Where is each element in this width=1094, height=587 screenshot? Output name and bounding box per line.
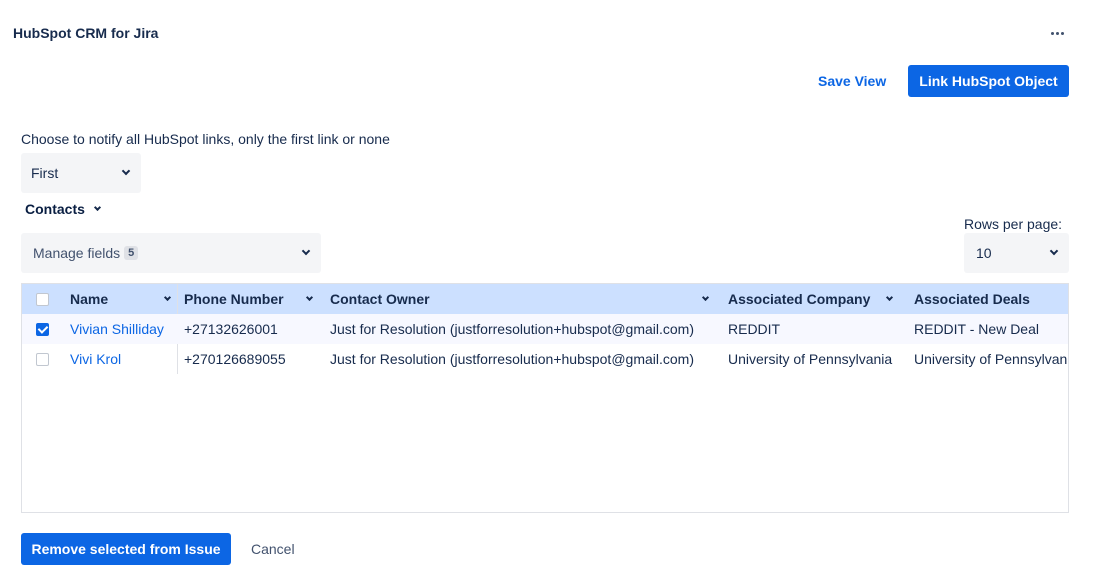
deals-cell: REDDIT - New Deal [914,321,1039,337]
column-header-company[interactable]: Associated Company [728,284,894,314]
link-hubspot-object-button[interactable]: Link HubSpot Object [908,65,1069,97]
chevron-down-icon [305,293,314,301]
chevron-down-icon [93,203,101,211]
contact-name-link[interactable]: Vivian Shilliday [70,314,174,344]
notify-select[interactable]: First [21,153,141,193]
cancel-button[interactable]: Cancel [251,541,295,557]
column-header-name[interactable]: Name [70,284,172,314]
table-header: Name Phone Number Contact Owner Associat… [22,284,1068,314]
chevron-down-icon [301,246,311,256]
column-header-owner[interactable]: Contact Owner [330,284,710,314]
rows-per-page-label: Rows per page: [964,216,1063,232]
column-header-phone[interactable]: Phone Number [184,284,314,314]
notify-label: Choose to notify all HubSpot links, only… [21,131,390,147]
phone-cell: +27132626001 [184,321,278,337]
contact-name-link[interactable]: Vivi Krol [70,344,174,374]
manage-fields-select[interactable]: Manage fields 5 [21,233,321,273]
row-checkbox[interactable] [36,353,49,366]
save-view-button[interactable]: Save View [818,73,886,89]
phone-cell: +270126689055 [184,351,286,367]
manage-fields-label: Manage fields [33,245,121,261]
section-label: Contacts [25,201,85,217]
owner-cell: Just for Resolution (justforresolution+h… [330,321,694,337]
column-header-deals[interactable]: Associated Deals [914,284,1064,314]
contacts-section-toggle[interactable]: Contacts [25,201,101,217]
owner-cell: Just for Resolution (justforresolution+h… [330,351,694,367]
table-row[interactable]: Vivian Shilliday +27132626001 Just for R… [22,314,1068,344]
chevron-down-icon [1049,246,1059,256]
chevron-down-icon [121,166,131,176]
rows-per-page-select[interactable]: 10 [964,233,1069,273]
chevron-down-icon [163,293,172,301]
notify-select-value: First [31,165,59,181]
contacts-table: Name Phone Number Contact Owner Associat… [21,283,1069,513]
rows-per-page-value: 10 [976,245,992,261]
more-horizontal-icon [1050,31,1054,35]
company-cell: REDDIT [728,321,781,337]
fields-count-badge: 5 [124,246,139,260]
chevron-down-icon [885,293,894,301]
chevron-down-icon [701,293,710,301]
remove-selected-button[interactable]: Remove selected from Issue [21,533,231,565]
row-checkbox[interactable] [36,323,49,336]
table-row[interactable]: Vivi Krol +270126689055 Just for Resolut… [22,344,1068,374]
select-all-checkbox[interactable] [36,293,49,306]
deals-cell: University of Pennsylvania [914,351,1068,367]
app-title: HubSpot CRM for Jira [13,25,159,41]
company-cell: University of Pennsylvania [728,351,893,367]
more-options-button[interactable] [1046,24,1068,42]
